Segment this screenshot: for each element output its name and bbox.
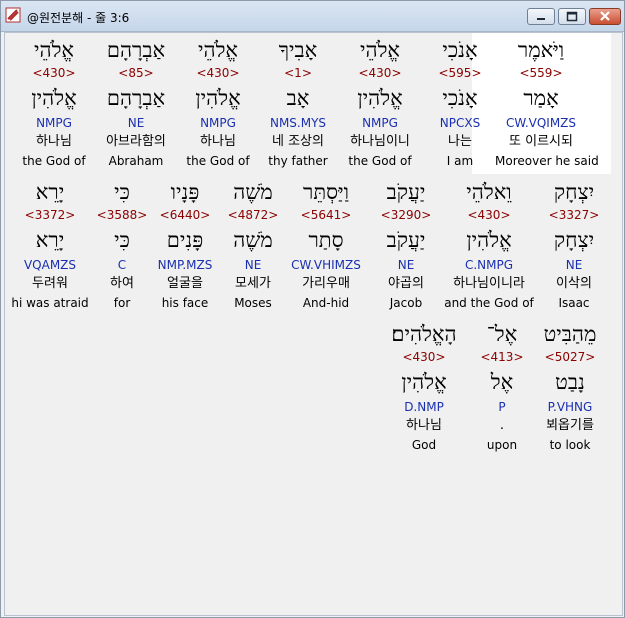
strong-number: <85> <box>118 66 154 80</box>
root-word: אֱלֹהִין <box>31 86 77 110</box>
hebrew-word: אָנֹכִי <box>442 38 478 62</box>
korean-gloss: 하나님이니라 <box>453 276 525 291</box>
word-cell[interactable]: וַיֹּאמֶר <559> אָמַר CW.VQIMZS 또 이르시되 Moreov… <box>495 37 599 177</box>
strong-number: <3372> <box>24 208 76 222</box>
parsing-code: C.NMPG <box>464 258 514 272</box>
close-icon <box>600 11 610 21</box>
strong-number: <430> <box>467 208 511 222</box>
english-gloss: the God of <box>22 154 86 168</box>
word-cell[interactable]: וֵאלֹהֵי <430> אֱלֹהִין C.NMPG 하나님이니라 and the… <box>443 179 535 319</box>
word-cell[interactable]: הָאֱלֹהִים׃ <430> אֱלֹהִין D.NMP 하나님 God <box>378 321 470 461</box>
panel-background <box>611 33 622 174</box>
title-bar[interactable]: @원전분해 - 줄 3:6 <box>1 1 624 32</box>
word-cell[interactable]: אֱלֹהֵי <430> אֱלֹהִין NMPG 하나님이니 the God of <box>334 37 426 177</box>
parsing-code: VQAMZS <box>23 258 77 272</box>
maximize-button[interactable] <box>558 8 586 25</box>
word-cell[interactable]: יַעֲקֹב <3290> יַעֲקֹב NE 야곱의 Jacob <box>360 179 452 319</box>
word-cell[interactable]: אֱלֹהֵי <430> אֱלֹהִין NMPG 하나님 the God of <box>8 37 100 177</box>
strong-number: <3290> <box>380 208 432 222</box>
maximize-icon <box>566 11 578 22</box>
english-gloss: God <box>411 438 437 452</box>
parsing-code: NE <box>397 258 415 272</box>
word-cell[interactable]: אֱלֹהֵי <430> אֱלֹהִין NMPG 하나님 the God of <box>172 37 264 177</box>
hebrew-word: וֵאלֹהֵי <box>466 180 512 204</box>
root-word: יִצְחָק <box>553 228 595 252</box>
hebrew-word: יִצְחָק <box>553 180 595 204</box>
window-title: @원전분해 - 줄 3:6 <box>27 11 130 25</box>
english-gloss: hi was atraid <box>11 296 89 310</box>
strong-number: <430> <box>358 66 402 80</box>
root-word: אֱלֹהִין <box>466 228 512 252</box>
parsing-code: NE <box>127 116 145 130</box>
korean-gloss: 하나님 <box>36 134 72 149</box>
hebrew-word: אֱלֹהֵי <box>359 38 400 62</box>
strong-number: <1> <box>284 66 312 80</box>
hebrew-word: אֱלֹהֵי <box>197 38 238 62</box>
english-gloss: Jacob <box>389 296 423 310</box>
english-gloss: Isaac <box>558 296 590 310</box>
korean-gloss: 하나님 <box>406 418 442 433</box>
root-word: אֱלֹהִין <box>357 86 403 110</box>
english-gloss: Abraham <box>108 154 164 168</box>
parsing-code: D.NMP <box>404 400 444 414</box>
english-gloss: the God of <box>186 154 250 168</box>
interlinear-view[interactable]: וַיֹּאמֶר <559> אָמַר CW.VQIMZS 또 이르시되 Moreov… <box>4 32 623 616</box>
english-gloss: and the God of <box>444 296 534 310</box>
root-word: יָרֵא <box>35 228 65 252</box>
app-window: @원전분해 - 줄 3:6 וַיֹּאמֶר <559> אָמַר CW.VQIM… <box>0 0 625 618</box>
root-word: אֱלֹהִין <box>195 86 241 110</box>
word-cell[interactable]: אָנֹכִי <595> אָנֹכִי NPCXS 나는 I am <box>414 37 506 177</box>
english-gloss: I am <box>446 154 474 168</box>
english-gloss: the God of <box>348 154 412 168</box>
parsing-code: NPCXS <box>439 116 481 130</box>
parsing-code: NMPG <box>362 116 398 130</box>
strong-number: <430> <box>402 350 446 364</box>
strong-number: <3327> <box>548 208 600 222</box>
root-word: אָב <box>286 86 310 110</box>
english-gloss: thy father <box>268 154 328 168</box>
hebrew-word: אָבִיךָ <box>278 38 318 62</box>
root-word: יַעֲקֹב <box>386 228 426 252</box>
korean-gloss: 이삭의 <box>556 276 592 291</box>
korean-gloss: 두려워 <box>32 276 68 291</box>
root-word: אֱלֹהִין <box>401 370 447 394</box>
parsing-code: NMPG <box>36 116 72 130</box>
app-icon <box>5 7 21 23</box>
root-word: אָנֹכִי <box>442 86 478 110</box>
strong-number: <559> <box>519 66 563 80</box>
hebrew-word: יָרֵא <box>35 180 65 204</box>
korean-gloss: 하나님 <box>200 134 236 149</box>
korean-gloss: 또 이르시되 <box>509 134 573 149</box>
english-gloss: Moreover he said <box>495 154 599 168</box>
word-cell[interactable]: יָרֵא <3372> יָרֵא VQAMZS 두려워 hi was atraid <box>5 179 96 319</box>
strong-number: <430> <box>32 66 76 80</box>
hebrew-word: וַיֹּאמֶר <box>517 38 565 62</box>
minimize-icon <box>537 18 545 20</box>
korean-gloss: 아브라함의 <box>106 134 166 149</box>
korean-gloss: 하나님이니 <box>350 134 410 149</box>
root-word: אָמַר <box>523 86 559 110</box>
word-cell[interactable]: אָבִיךָ <1> אָב NMS.MYS 네 조상의 thy father <box>252 37 344 177</box>
close-button[interactable] <box>589 8 621 25</box>
parsing-code: NMS.MYS <box>269 116 327 130</box>
strong-number: <595> <box>438 66 482 80</box>
korean-gloss: 야곱의 <box>388 276 424 291</box>
hebrew-word: אַבְרָהָם <box>106 38 166 62</box>
minimize-button[interactable] <box>527 8 555 25</box>
korean-gloss: 나는 <box>448 134 472 149</box>
parsing-code: CW.VQIMZS <box>505 116 577 130</box>
strong-number: <430> <box>196 66 240 80</box>
word-cell[interactable]: אַבְרָהָם <85> אַבְרָהָם NE 아브라함의 Abraham <box>90 37 182 177</box>
parsing-code: NMPG <box>200 116 236 130</box>
word-cell[interactable]: יִצְחָק <3327> יִצְחָק NE 이삭의 Isaac <box>528 179 620 319</box>
hebrew-word: הָאֱלֹהִים׃ <box>391 322 457 346</box>
hebrew-word: אֱלֹהֵי <box>33 38 74 62</box>
hebrew-word: יַעֲקֹב <box>386 180 426 204</box>
root-word: אַבְרָהָם <box>106 86 166 110</box>
parsing-code: NE <box>565 258 583 272</box>
korean-gloss: 네 조상의 <box>272 134 324 149</box>
